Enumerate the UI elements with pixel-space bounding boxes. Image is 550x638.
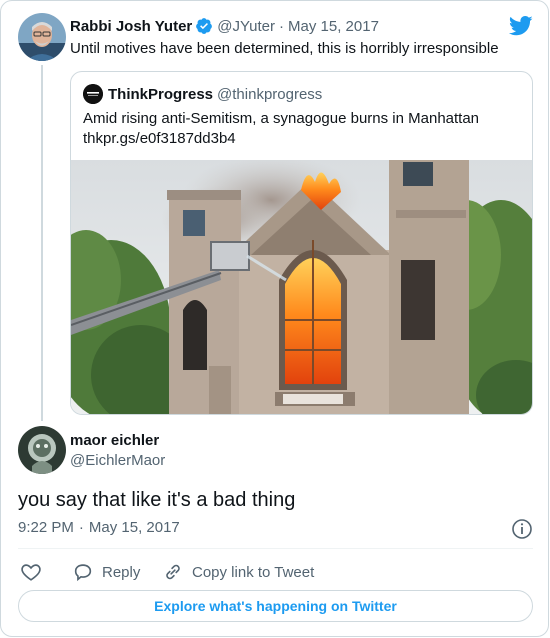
reply-button[interactable]: Reply	[72, 561, 140, 583]
explore-label: Explore what's happening on Twitter	[154, 598, 397, 614]
avatar-maor-eichler[interactable]	[18, 426, 66, 474]
heart-icon	[20, 561, 42, 583]
speech-bubble-icon	[72, 561, 94, 583]
twitter-logo-icon[interactable]	[508, 16, 533, 41]
reply-author-handle[interactable]: @EichlerMaor	[70, 452, 165, 469]
author-handle[interactable]: @JYuter	[217, 18, 275, 35]
reply-label: Reply	[102, 563, 141, 581]
explore-twitter-button[interactable]: Explore what's happening on Twitter	[18, 590, 533, 622]
tweet-embed-card: Rabbi Josh Yuter @JYuter · May 15, 2017 …	[0, 0, 549, 637]
like-button[interactable]	[20, 561, 42, 583]
reply-time[interactable]: 9:22 PM	[18, 519, 74, 536]
reply-tweet-text: you say that like it's a bad thing	[18, 489, 296, 511]
link-icon	[162, 561, 184, 583]
author-name[interactable]: Rabbi Josh Yuter	[70, 18, 192, 35]
synagogue-fire-photo[interactable]	[71, 160, 532, 414]
quoted-tweet-link[interactable]: thkpr.gs/e0f3187dd3b4	[83, 129, 523, 149]
reply-author-name[interactable]: maor eichler	[70, 432, 159, 449]
info-icon[interactable]	[511, 518, 533, 545]
tweet-text: Until motives have been determined, this…	[70, 40, 499, 57]
quoted-tweet[interactable]: ThinkProgress @thinkprogress Amid rising…	[70, 71, 533, 415]
copy-link-button[interactable]: Copy link to Tweet	[162, 561, 314, 583]
avatar-rabbi-josh-yuter[interactable]	[18, 13, 66, 61]
tweet-date[interactable]: May 15, 2017	[288, 18, 379, 35]
quoted-author-handle[interactable]: @thinkprogress	[217, 86, 322, 103]
verified-badge-icon	[195, 17, 213, 35]
thinkprogress-avatar	[83, 84, 103, 104]
separator-dot: ·	[279, 17, 285, 35]
separator-dot: ·	[78, 519, 84, 536]
quoted-author-name[interactable]: ThinkProgress	[108, 86, 213, 103]
thread-connector-line	[41, 65, 43, 421]
reply-date[interactable]: May 15, 2017	[89, 519, 180, 536]
actions-divider	[18, 548, 533, 549]
copy-link-label: Copy link to Tweet	[192, 563, 315, 581]
quoted-tweet-body: Amid rising anti-Semitism, a synagogue b…	[83, 110, 480, 127]
quoted-tweet-text: Amid rising anti-Semitism, a synagogue b…	[83, 109, 523, 149]
